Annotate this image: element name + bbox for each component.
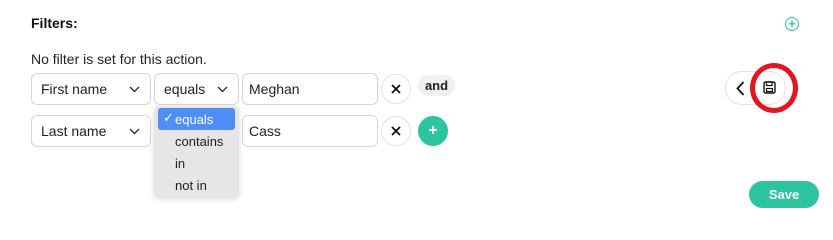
- chevron-down-icon: [217, 84, 228, 95]
- dropdown-option-equals[interactable]: ✓ equals: [158, 108, 235, 130]
- filters-title: Filters:: [31, 15, 78, 31]
- remove-filter-button-row-1[interactable]: [381, 74, 411, 104]
- chevron-left-icon[interactable]: [736, 81, 745, 101]
- add-filter-button[interactable]: +: [785, 17, 799, 31]
- value-input-row-1[interactable]: Meghan: [242, 73, 378, 105]
- dropdown-option-in[interactable]: in: [154, 152, 239, 174]
- highlight-circle: [750, 63, 798, 113]
- close-icon: [391, 126, 401, 136]
- close-icon: [391, 84, 401, 94]
- value-input-text: Meghan: [249, 81, 300, 97]
- value-input-text: Cass: [249, 123, 281, 139]
- operator-select-row-1[interactable]: equals: [154, 73, 239, 105]
- add-condition-button[interactable]: +: [418, 116, 448, 146]
- save-button[interactable]: Save: [749, 181, 819, 208]
- value-input-row-2[interactable]: Cass: [242, 115, 378, 147]
- field-select-row-1[interactable]: First name: [31, 73, 151, 105]
- chevron-down-icon: [129, 84, 140, 95]
- filter-editor: Filters: + No filter is set for this act…: [0, 0, 833, 225]
- dropdown-option-contains[interactable]: contains: [154, 130, 239, 152]
- field-select-value: Last name: [41, 123, 107, 139]
- dropdown-option-label: equals: [175, 111, 214, 127]
- operator-select-value: equals: [164, 81, 206, 97]
- field-select-row-2[interactable]: Last name: [31, 115, 151, 147]
- and-connector[interactable]: and: [418, 75, 455, 96]
- field-select-value: First name: [41, 81, 108, 97]
- plus-icon: +: [788, 17, 796, 31]
- chevron-down-icon: [129, 126, 140, 137]
- operator-dropdown-menu: ✓ equals contains in not in: [154, 106, 239, 197]
- remove-filter-button-row-2[interactable]: [381, 116, 411, 146]
- dropdown-option-label: not in: [175, 177, 207, 193]
- dropdown-option-label: in: [175, 155, 186, 171]
- checkmark-icon: ✓: [163, 110, 174, 125]
- dropdown-option-label: contains: [175, 133, 224, 149]
- plus-icon: +: [428, 122, 438, 139]
- empty-filter-message: No filter is set for this action.: [31, 51, 207, 67]
- dropdown-option-not-in[interactable]: not in: [154, 174, 239, 196]
